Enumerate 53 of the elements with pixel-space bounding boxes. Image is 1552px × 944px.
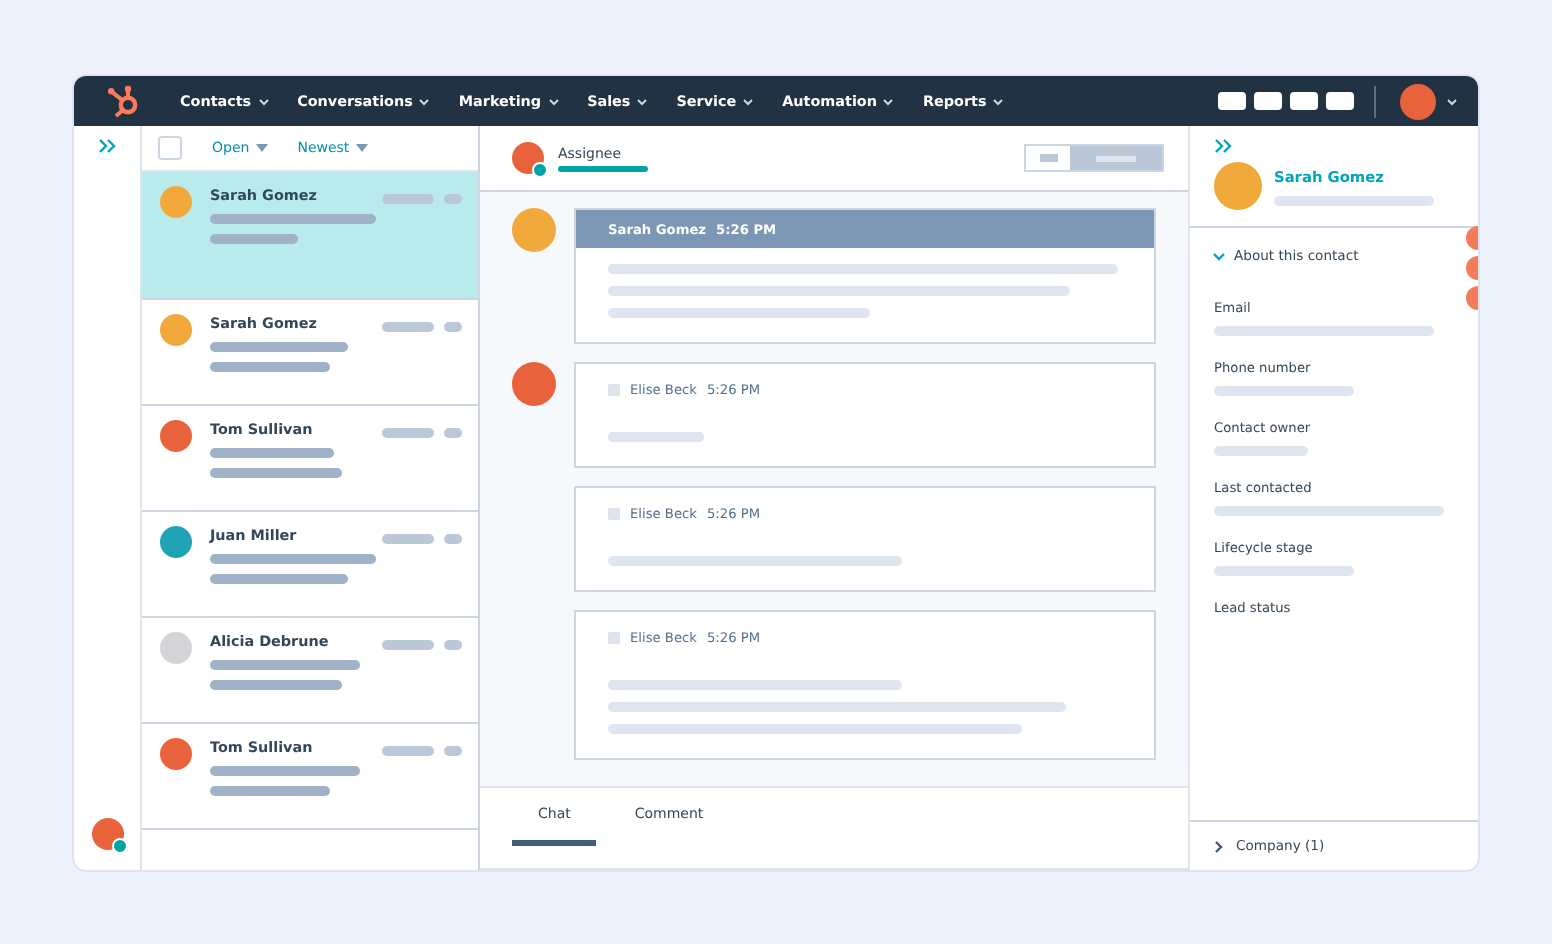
text-placeholder-bar (382, 322, 434, 332)
text-placeholder-bar (1214, 566, 1354, 576)
text-placeholder-bar (382, 640, 434, 650)
text-placeholder-bar (210, 448, 333, 458)
chevron-icon (1212, 251, 1226, 261)
text-placeholder-bar (444, 534, 462, 544)
text-placeholder-bar (382, 534, 434, 544)
chevron-down-icon (636, 98, 649, 107)
caret-down-icon (355, 144, 368, 153)
text-placeholder-bar (382, 428, 434, 438)
text-placeholder-bar (1214, 446, 1308, 456)
collapse-icon[interactable] (1214, 138, 1232, 154)
select-all-checkbox[interactable] (158, 136, 182, 160)
text-placeholder-bar (382, 746, 434, 756)
chevron-down-icon (418, 98, 431, 107)
toolbar-icon[interactable] (1254, 92, 1282, 110)
view-toggle[interactable] (1024, 144, 1164, 172)
chevron-down-icon[interactable] (1446, 97, 1458, 105)
text-placeholder-bar (444, 428, 462, 438)
text-placeholder-bar (1214, 386, 1354, 396)
chevron-down-icon (992, 98, 1005, 107)
text-placeholder-bar (210, 342, 348, 352)
text-placeholder-bar (382, 194, 434, 204)
chevron-down-icon (882, 98, 895, 107)
contact-avatar (1214, 162, 1262, 210)
assignee-bar (558, 165, 648, 171)
text-placeholder-bar (210, 468, 342, 478)
assignee-avatar[interactable] (512, 142, 544, 174)
text-placeholder-bar (210, 362, 330, 372)
text-placeholder-bar (444, 194, 462, 204)
text-placeholder-bar (444, 322, 462, 332)
checkbox-icon (608, 384, 620, 396)
toolbar-icon[interactable] (1326, 92, 1354, 110)
text-placeholder-bar (210, 680, 342, 690)
checkbox-icon (608, 632, 620, 644)
text-placeholder-bar (210, 786, 330, 796)
text-placeholder-bar (444, 746, 462, 756)
sprocket-logo-icon (106, 83, 142, 119)
chevron-down-icon (547, 98, 560, 107)
text-placeholder-bar (444, 640, 462, 650)
toolbar-icon[interactable] (1290, 92, 1318, 110)
chevron-down-icon (257, 98, 270, 107)
toolbar-icon[interactable] (1218, 92, 1246, 110)
text-placeholder-bar (608, 432, 704, 442)
chevron-down-icon (742, 98, 755, 107)
user-avatar[interactable] (91, 818, 123, 850)
expand-icon[interactable] (98, 138, 116, 154)
caret-down-icon (255, 144, 268, 153)
checkbox-icon (608, 508, 620, 520)
text-placeholder-bar (210, 234, 297, 244)
text-placeholder-bar (210, 574, 348, 584)
user-avatar[interactable] (1400, 83, 1436, 119)
chevron-right-icon (1214, 839, 1224, 853)
